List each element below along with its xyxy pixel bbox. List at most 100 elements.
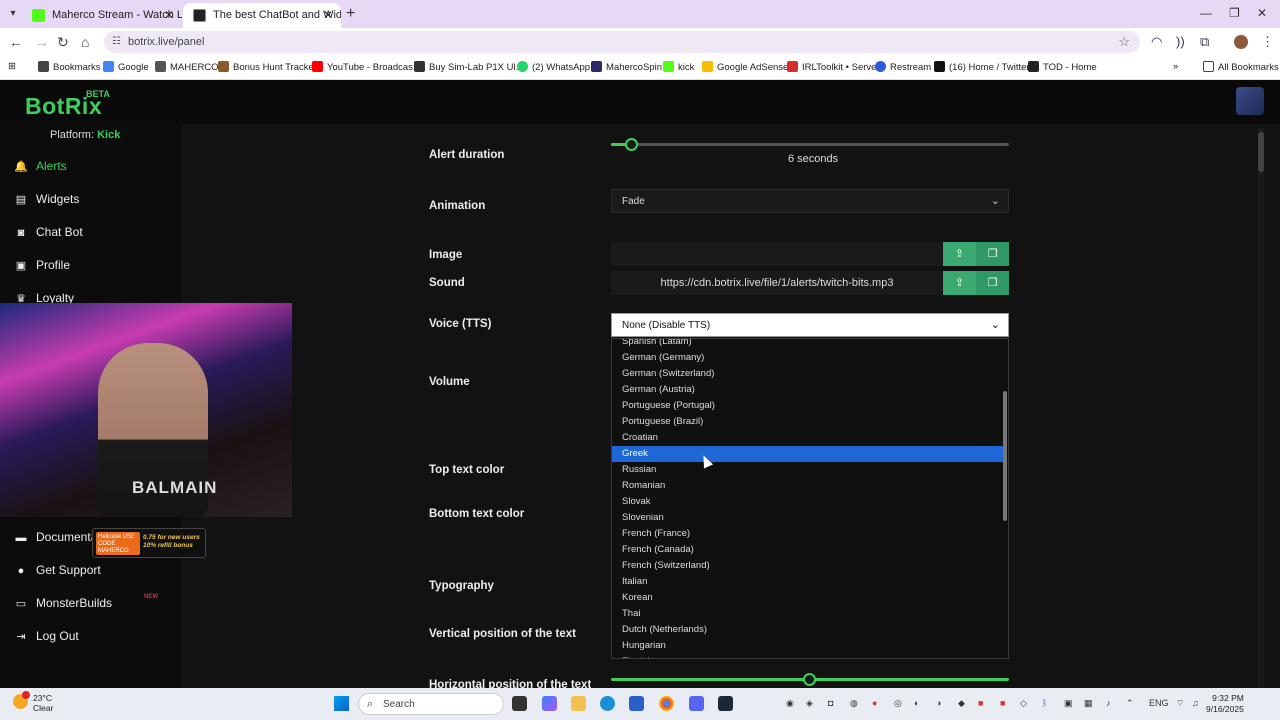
voice-tts-select[interactable]: None (Disable TTS) ⌄ [611, 313, 1009, 337]
volume-icon[interactable]: ♫ [1192, 698, 1199, 708]
all-bookmarks[interactable]: All Bookmarks [1203, 61, 1279, 73]
sidebar-item-widgets[interactable]: ▤ Widgets [14, 192, 80, 206]
voice-option[interactable]: Hungarian [612, 638, 1004, 654]
more-bookmarks-chevron-icon[interactable]: » [1173, 61, 1178, 72]
sidebar-item-get-support[interactable]: ● Get Support [14, 563, 101, 577]
voice-option[interactable]: German (Germany) [612, 350, 1004, 366]
bookmark-item[interactable]: MahercoSpin [591, 61, 662, 73]
tray-app-icon[interactable]: ▦ [1084, 698, 1093, 709]
bookmark-item[interactable]: (2) WhatsApp [517, 61, 590, 73]
tray-app-icon[interactable]: ◐ [914, 698, 919, 708]
bookmark-item[interactable]: Bonus Hunt Tracker [218, 61, 317, 73]
image-upload-button[interactable]: ⇪ [943, 242, 976, 266]
chrome-icon[interactable] [659, 696, 674, 711]
dropdown-scrollbar[interactable] [1003, 391, 1007, 521]
wifi-icon[interactable]: ⌔ [1176, 698, 1184, 709]
menu-dots-icon[interactable]: ⋮ [1261, 34, 1274, 50]
voice-option[interactable]: Spanish (Latam) [612, 339, 1004, 350]
animation-select[interactable]: Fade ⌄ [611, 189, 1009, 213]
voice-option[interactable]: Slovenian [612, 510, 1004, 526]
voice-option[interactable]: Portuguese (Brazil) [612, 414, 1004, 430]
alert-duration-slider[interactable] [624, 138, 638, 151]
user-avatar[interactable] [1236, 87, 1264, 115]
tray-app-icon[interactable]: ■ [978, 698, 983, 708]
sidebar-item-chat-bot[interactable]: ◙ Chat Bot [14, 225, 83, 239]
extension-icon[interactable]: )) [1176, 34, 1185, 49]
sidebar-item-alerts[interactable]: 🔔 Alerts [14, 159, 67, 173]
sidebar-item-monsterbuilds[interactable]: ▭ MonsterBuilds [14, 596, 112, 610]
bookmark-item[interactable]: YouTube - Broadcas... [312, 61, 421, 73]
tray-app-icon[interactable]: ♪ [1106, 698, 1111, 708]
horizontal-position-slider[interactable] [803, 673, 816, 686]
profile-avatar-icon[interactable] [1234, 35, 1248, 49]
new-tab-icon[interactable]: + [346, 5, 355, 23]
bookmark-item[interactable]: IRLToolkit • Server [787, 61, 880, 73]
copilot-icon[interactable] [542, 696, 557, 711]
voice-option[interactable]: French (Canada) [612, 542, 1004, 558]
taskbar-search[interactable]: ⌕ Search [358, 693, 504, 715]
voice-option[interactable]: German (Austria) [612, 382, 1004, 398]
tab-search-icon[interactable]: ▾ [6, 7, 20, 21]
bookmark-item[interactable]: kick [663, 61, 694, 73]
bluetooth-icon[interactable]: ᛒ [1042, 698, 1047, 708]
extension-icon[interactable]: ◠ [1151, 34, 1162, 50]
back-icon[interactable]: ← [9, 34, 23, 50]
bookmark-item[interactable]: MAHERCO [155, 61, 219, 73]
voice-option[interactable]: Finnish [612, 654, 1004, 658]
tray-app-icon[interactable]: ● [872, 698, 877, 708]
image-url-field[interactable] [611, 242, 943, 266]
tray-app-icon[interactable]: ◍ [850, 698, 858, 709]
apps-grid-icon[interactable]: ⊞ [8, 61, 16, 72]
forward-icon[interactable]: → [35, 34, 49, 50]
edge-icon[interactable] [600, 696, 615, 711]
tray-app-icon[interactable]: ◇ [1020, 698, 1027, 709]
extensions-puzzle-icon[interactable]: ⧉ [1200, 34, 1209, 50]
bookmark-star-icon[interactable]: ☆ [1118, 34, 1130, 50]
sound-upload-button[interactable]: ⇪ [943, 271, 976, 295]
chevron-up-icon[interactable]: ⌃ [1126, 698, 1134, 709]
sidebar-item-log-out[interactable]: ⇥ Log Out [14, 629, 78, 643]
bookmark-item[interactable]: Buy Sim-Lab P1X Ul... [414, 61, 524, 73]
voice-option[interactable]: Dutch (Netherlands) [612, 622, 1004, 638]
restore-icon[interactable]: ❐ [1229, 6, 1240, 20]
weather-widget[interactable]: 23°C Clear [33, 693, 53, 713]
sound-url-field[interactable]: https://cdn.botrix.live/file/1/alerts/tw… [611, 271, 943, 295]
bookmark-item[interactable]: Bookmarks [38, 61, 101, 73]
sound-gallery-button[interactable]: ❐ [976, 271, 1009, 295]
voice-option[interactable]: Russian [612, 462, 1004, 478]
voice-option[interactable]: Italian [612, 574, 1004, 590]
image-gallery-button[interactable]: ❐ [976, 242, 1009, 266]
voice-option[interactable]: Croatian [612, 430, 1004, 446]
tab-maherco-stream[interactable]: Maherco Stream - Watch Live o ✕ [22, 3, 182, 28]
voice-option[interactable]: Slovak [612, 494, 1004, 510]
steam-icon[interactable] [718, 696, 733, 711]
tray-app-icon[interactable]: ◈ [806, 698, 813, 709]
discord-icon[interactable] [689, 696, 704, 711]
url-field[interactable]: ☷ botrix.live/panel ☆ [104, 31, 1140, 53]
bookmark-item[interactable]: Google AdSense [702, 61, 788, 73]
tray-app-icon[interactable]: ◘ [828, 698, 833, 708]
voice-option[interactable]: French (Switzerland) [612, 558, 1004, 574]
close-window-icon[interactable]: ✕ [1257, 6, 1267, 20]
windows-start-icon[interactable] [334, 696, 349, 711]
sidebar-item-documentation[interactable]: ▬ Documenta [14, 530, 98, 544]
store-icon[interactable] [629, 696, 644, 711]
voice-option[interactable]: Korean [612, 590, 1004, 606]
bookmark-item[interactable]: Google [103, 61, 149, 73]
close-tab-icon[interactable]: ✕ [323, 8, 333, 22]
bookmark-item[interactable]: TOD - Home [1028, 61, 1097, 73]
file-explorer-icon[interactable] [571, 696, 586, 711]
tray-app-icon[interactable]: ◑ [936, 698, 941, 708]
tray-app-icon[interactable]: ▣ [1064, 698, 1073, 709]
bookmark-item[interactable]: Restream [875, 61, 931, 73]
page-scrollbar[interactable] [1258, 128, 1264, 688]
system-clock[interactable]: 9:32 PM 9/16/2025 [1206, 693, 1244, 715]
voice-option[interactable]: German (Switzerland) [612, 366, 1004, 382]
tray-app-icon[interactable]: ■ [1000, 698, 1005, 708]
tray-app-icon[interactable]: ◎ [894, 698, 902, 709]
site-info-icon[interactable]: ☷ [112, 36, 121, 47]
voice-tts-dropdown[interactable]: Spanish (Latam) German (Germany) German (S… [611, 338, 1009, 659]
voice-option[interactable]: Thai [612, 606, 1004, 622]
home-icon[interactable]: ⌂ [81, 34, 89, 50]
voice-option[interactable]: Romanian [612, 478, 1004, 494]
